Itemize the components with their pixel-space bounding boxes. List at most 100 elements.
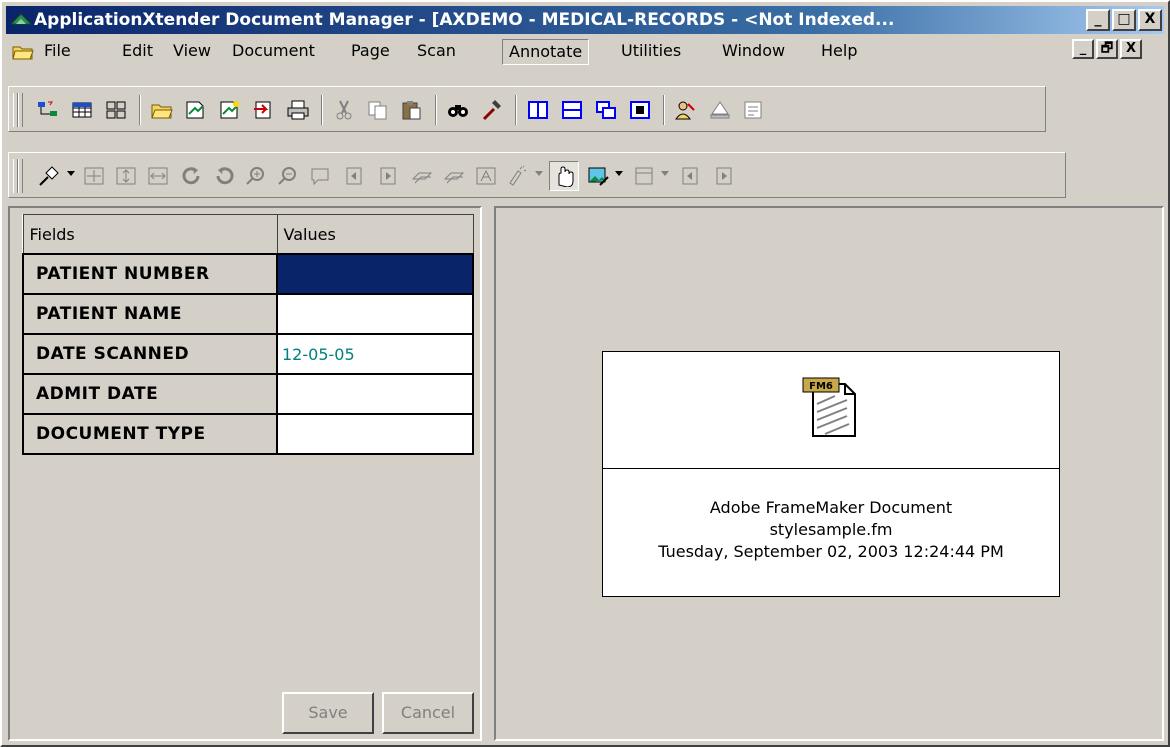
fit-width-icon[interactable]: [143, 161, 173, 191]
document-type-label: Adobe FrameMaker Document: [709, 498, 953, 517]
chevron-down-icon[interactable]: [67, 171, 75, 176]
toolbar-grip[interactable]: [18, 159, 23, 193]
next-page-icon[interactable]: [709, 161, 739, 191]
tools-icon[interactable]: [477, 95, 507, 125]
open-folder-icon[interactable]: [12, 41, 34, 61]
highlight-icon[interactable]: [503, 161, 533, 191]
table-row: ADMIT DATE: [22, 373, 474, 415]
menu-window[interactable]: Window: [716, 36, 791, 66]
tree-icon[interactable]: [33, 95, 63, 125]
scan-icon[interactable]: [181, 95, 211, 125]
import-icon[interactable]: [249, 95, 279, 125]
document-filename: stylesample.fm: [769, 520, 893, 539]
menu-annotate[interactable]: Annotate: [502, 39, 590, 65]
menu-document[interactable]: Document: [226, 36, 321, 66]
menu-file[interactable]: File: [38, 36, 77, 66]
print-icon[interactable]: [283, 95, 313, 125]
table-row: PATIENT NAME: [22, 293, 474, 335]
close-button[interactable]: X: [1138, 9, 1162, 31]
window-title: ApplicationXtender Document Manager - [A…: [34, 10, 895, 30]
hand-icon[interactable]: [549, 161, 579, 191]
main-window: ApplicationXtender Document Manager - [A…: [0, 0, 1170, 747]
link-icon[interactable]: [407, 161, 437, 191]
fields-header[interactable]: Fields: [22, 214, 278, 255]
users-icon[interactable]: [671, 95, 701, 125]
icon-badge: FM6: [809, 381, 833, 392]
first-page-icon[interactable]: [339, 161, 369, 191]
link2-icon[interactable]: [439, 161, 469, 191]
last-page-icon[interactable]: [373, 161, 403, 191]
page-view-icon[interactable]: [629, 161, 659, 191]
split-horizontal-icon[interactable]: [557, 95, 587, 125]
chevron-down-icon[interactable]: [535, 171, 543, 176]
zoom-fit-icon[interactable]: [79, 161, 109, 191]
save-button[interactable]: Save: [282, 692, 374, 734]
patient-number-input[interactable]: [276, 253, 474, 295]
fit-height-icon[interactable]: [111, 161, 141, 191]
paste-icon[interactable]: [397, 95, 427, 125]
menu-help[interactable]: Help: [815, 36, 863, 66]
document-icon-area: FM6: [603, 352, 1059, 469]
framemaker-document-icon: FM6: [802, 377, 856, 437]
menu-scan[interactable]: Scan: [411, 36, 462, 66]
copy-icon[interactable]: [363, 95, 393, 125]
document-timestamp: Tuesday, September 02, 2003 12:24:44 PM: [658, 542, 1004, 561]
menu-view[interactable]: View: [167, 36, 217, 66]
rescan-icon[interactable]: [215, 95, 245, 125]
admit-date-input[interactable]: [276, 373, 474, 415]
patient-name-input[interactable]: [276, 293, 474, 335]
image-edit-icon[interactable]: [583, 161, 613, 191]
table-row: DATE SCANNED 12-05-05: [22, 333, 474, 375]
split-vertical-icon[interactable]: [523, 95, 553, 125]
rotate-right-icon[interactable]: [209, 161, 239, 191]
field-label: ADMIT DATE: [22, 373, 278, 415]
standard-toolbar: [8, 86, 1046, 132]
zoom-out-icon[interactable]: [273, 161, 303, 191]
table-row: DOCUMENT TYPE: [22, 413, 474, 455]
mdi-close-button[interactable]: X: [1120, 39, 1142, 59]
chevron-down-icon[interactable]: [615, 171, 623, 176]
mdi-restore-button[interactable]: 🗗: [1096, 39, 1118, 59]
maximize-button[interactable]: □: [1112, 9, 1136, 31]
chevron-down-icon[interactable]: [661, 171, 669, 176]
field-label: PATIENT NAME: [22, 293, 278, 335]
stamp-icon[interactable]: [705, 95, 735, 125]
annotation-toolbar: [8, 152, 1066, 198]
splitter[interactable]: [484, 206, 494, 741]
menu-utilities[interactable]: Utilities: [615, 36, 687, 66]
title-bar[interactable]: ApplicationXtender Document Manager - [A…: [6, 6, 1164, 34]
find-icon[interactable]: [443, 95, 473, 125]
notes-icon[interactable]: [739, 95, 769, 125]
field-label: DATE SCANNED: [22, 333, 278, 375]
rotate-left-icon[interactable]: [177, 161, 207, 191]
cascade-icon[interactable]: [101, 95, 131, 125]
mdi-minimize-button[interactable]: _: [1072, 39, 1094, 59]
values-header[interactable]: Values: [276, 214, 474, 255]
document-type-input[interactable]: [276, 413, 474, 455]
thumbnail-grid-icon[interactable]: [67, 95, 97, 125]
prev-page-icon[interactable]: [675, 161, 705, 191]
windows-icon[interactable]: [591, 95, 621, 125]
index-fields-grid: Fields Values PATIENT NUMBER PATIENT NAM…: [22, 214, 474, 455]
menu-bar: File Edit View Document Page Scan Annota…: [6, 36, 1164, 66]
cancel-button[interactable]: Cancel: [382, 692, 474, 734]
fit-icon[interactable]: [625, 95, 655, 125]
axtender-triangle-icon: [10, 13, 32, 25]
zoom-in-icon[interactable]: [241, 161, 271, 191]
menu-page[interactable]: Page: [345, 36, 396, 66]
field-label: DOCUMENT TYPE: [22, 413, 278, 455]
cut-icon[interactable]: [329, 95, 359, 125]
document-viewer: FM6 Adobe FrameMaker Document stylesampl…: [494, 206, 1164, 741]
open-folder-icon[interactable]: [147, 95, 177, 125]
minimize-button[interactable]: _: [1086, 9, 1110, 31]
document-card[interactable]: FM6 Adobe FrameMaker Document stylesampl…: [602, 351, 1060, 597]
text-annotation-icon[interactable]: [471, 161, 501, 191]
field-label: PATIENT NUMBER: [22, 253, 278, 295]
note-icon[interactable]: [305, 161, 335, 191]
pin-icon[interactable]: [33, 161, 63, 191]
date-scanned-input[interactable]: 12-05-05: [276, 333, 474, 375]
index-panel: Fields Values PATIENT NUMBER PATIENT NAM…: [8, 206, 482, 741]
table-row: PATIENT NUMBER: [22, 253, 474, 295]
toolbar-grip[interactable]: [18, 93, 23, 127]
menu-edit[interactable]: Edit: [116, 36, 159, 66]
